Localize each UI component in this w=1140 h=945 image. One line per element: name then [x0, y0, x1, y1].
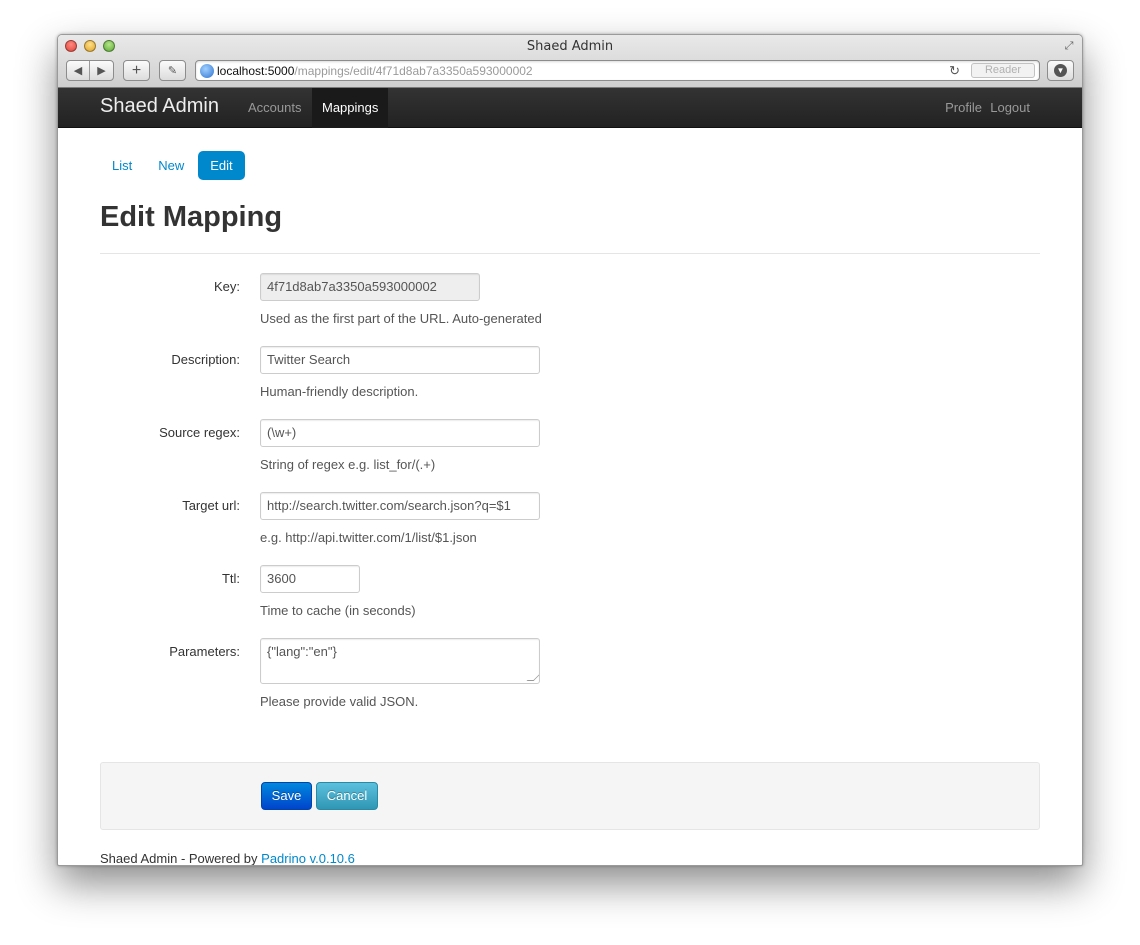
ttl-help: Time to cache (in seconds): [260, 603, 416, 618]
padrino-link[interactable]: Padrino v.0.10.6: [261, 851, 355, 865]
target-url-label: Target url:: [182, 498, 240, 513]
description-label: Description:: [171, 352, 240, 367]
browser-window: Shaed Admin ⤢ ◀ ▶ + ✎ localhost:5000/map…: [57, 34, 1083, 866]
description-help: Human-friendly description.: [260, 384, 419, 399]
sharing-tools-icon[interactable]: ✎: [159, 60, 186, 81]
save-button[interactable]: Save: [261, 782, 312, 810]
pill-edit[interactable]: Edit: [198, 151, 245, 180]
source-regex-field[interactable]: (\w+): [260, 419, 540, 447]
resize-grip-icon[interactable]: [526, 674, 539, 681]
top-navbar: Shaed Admin Accounts Mappings Profile Lo…: [58, 88, 1082, 128]
key-label: Key:: [213, 279, 240, 294]
browser-chrome: Shaed Admin ⤢ ◀ ▶ + ✎ localhost:5000/map…: [58, 35, 1082, 88]
nav-item-accounts[interactable]: Accounts: [238, 88, 311, 128]
parameters-textarea[interactable]: {"lang":"en"}: [260, 638, 540, 684]
key-field[interactable]: 4f71d8ab7a3350a593000002: [260, 273, 480, 301]
reload-icon[interactable]: ↻: [949, 63, 960, 79]
downloads-button[interactable]: ▼: [1047, 60, 1074, 81]
target-url-help: e.g. http://api.twitter.com/1/list/$1.js…: [260, 530, 477, 545]
form-actions: Save Cancel: [100, 762, 1040, 830]
forward-arrow-icon[interactable]: ▶: [90, 61, 113, 80]
fullscreen-icon[interactable]: ⤢: [1062, 39, 1076, 53]
parameters-value: {"lang":"en"}: [267, 644, 337, 659]
back-forward-control: ◀ ▶: [66, 60, 114, 81]
download-icon: ▼: [1054, 64, 1067, 77]
parameters-help: Please provide valid JSON.: [260, 694, 419, 709]
pill-new[interactable]: New: [146, 151, 196, 180]
description-field[interactable]: Twitter Search: [260, 346, 540, 374]
url-text[interactable]: localhost:5000/mappings/edit/4f71d8ab7a3…: [217, 64, 533, 78]
source-regex-help: String of regex e.g. list_for/(.+): [260, 457, 436, 472]
parameters-label: Parameters:: [169, 644, 240, 659]
footer-text: Shaed Admin - Powered by: [100, 851, 262, 866]
plus-icon[interactable]: +: [123, 60, 150, 81]
address-bar[interactable]: localhost:5000/mappings/edit/4f71d8ab7a3…: [195, 60, 1040, 81]
url-host: localhost:5000: [217, 64, 295, 78]
window-title: Shaed Admin: [526, 39, 614, 54]
main-content: List New Edit Edit Mapping Key: 4f71d8ab…: [58, 128, 1082, 865]
page-title: Edit Mapping: [100, 201, 283, 233]
target-url-field[interactable]: http://search.twitter.com/search.json?q=…: [260, 492, 540, 520]
nav-item-mappings[interactable]: Mappings: [312, 88, 389, 128]
url-path: /mappings/edit/4f71d8ab7a3350a593000002: [294, 64, 533, 78]
subnav-pills: List New Edit: [100, 151, 247, 180]
globe-icon: [200, 64, 214, 78]
ttl-label: Ttl:: [221, 571, 240, 586]
nav-item-logout[interactable]: Logout: [980, 88, 1040, 128]
footer: Shaed Admin - Powered by Padrino v.0.10.…: [100, 851, 355, 866]
brand-link[interactable]: Shaed Admin: [100, 95, 219, 118]
title-divider: [100, 253, 1040, 254]
ttl-field[interactable]: 3600: [260, 565, 360, 593]
back-arrow-icon[interactable]: ◀: [67, 61, 90, 80]
reader-button[interactable]: Reader: [971, 63, 1035, 78]
key-help: Used as the first part of the URL. Auto-…: [260, 311, 542, 326]
pill-list[interactable]: List: [100, 151, 144, 180]
cancel-button[interactable]: Cancel: [316, 782, 378, 810]
source-regex-label: Source regex:: [159, 425, 240, 440]
